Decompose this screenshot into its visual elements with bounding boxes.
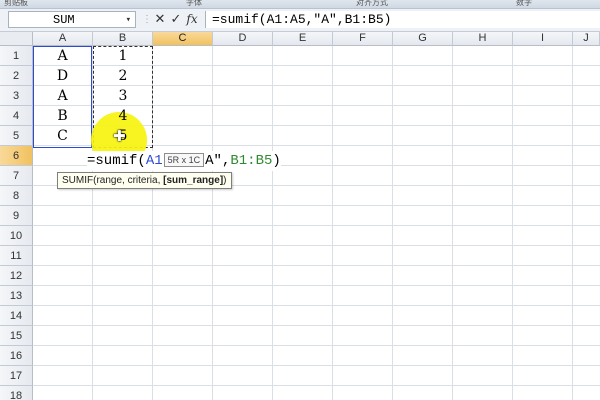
cell-b4[interactable]: 4 xyxy=(93,106,153,126)
name-box-value: SUM xyxy=(53,13,75,27)
gridline-horizontal xyxy=(33,385,600,386)
row-header-2[interactable]: 2 xyxy=(0,66,33,86)
insert-function-icon[interactable]: fx xyxy=(184,10,200,29)
cell-a3[interactable]: A xyxy=(33,86,92,106)
select-all-corner[interactable] xyxy=(0,32,33,46)
row-header-13[interactable]: 13 xyxy=(0,286,33,306)
column-header-b[interactable]: B xyxy=(93,32,153,46)
column-header-j[interactable]: J xyxy=(573,32,600,46)
ribbon-label-alignment: 对齐方式 xyxy=(356,0,388,7)
formula-input[interactable]: =sumif(A1:A5,"A",B1:B5) xyxy=(205,11,600,28)
row-header-12[interactable]: 12 xyxy=(0,266,33,286)
gridline-vertical xyxy=(212,46,213,400)
row-header-9[interactable]: 9 xyxy=(0,206,33,226)
formula-bar: SUM ▾ ⋮ ✕ ✓ fx =sumif(A1:A5,"A",B1:B5) xyxy=(0,9,600,32)
ribbon-label-number: 数字 xyxy=(516,0,532,7)
gridline-horizontal xyxy=(33,345,600,346)
gridline-vertical xyxy=(452,46,453,400)
row-header-15[interactable]: 15 xyxy=(0,326,33,346)
chevron-down-icon[interactable]: ▾ xyxy=(126,12,131,29)
cell-b2[interactable]: 2 xyxy=(93,66,153,86)
row-header-11[interactable]: 11 xyxy=(0,246,33,266)
formula-sum-range-reference: B1:B5 xyxy=(230,153,273,169)
gridline-vertical xyxy=(512,46,513,400)
gridline-horizontal xyxy=(33,245,600,246)
formula-criteria: A", xyxy=(205,153,231,169)
row-header-14[interactable]: 14 xyxy=(0,306,33,326)
gridline-vertical xyxy=(332,46,333,400)
cell-b3[interactable]: 3 xyxy=(93,86,153,106)
selection-size-tip: 5R x 1C xyxy=(163,153,205,168)
column-header-g[interactable]: G xyxy=(393,32,453,46)
gridline-horizontal xyxy=(33,365,600,366)
function-argument-tooltip: SUMIF(range, criteria, [sum_range]) xyxy=(57,172,232,189)
formula-range-reference: A1 xyxy=(145,153,163,169)
name-box[interactable]: SUM ▾ xyxy=(8,11,136,28)
cell-a1[interactable]: A xyxy=(33,46,92,66)
row-header-18[interactable]: 18 xyxy=(0,386,33,400)
gridline-horizontal xyxy=(33,285,600,286)
row-header-4[interactable]: 4 xyxy=(0,106,33,126)
row-header-1[interactable]: 1 xyxy=(0,46,33,66)
tooltip-signature: SUMIF(range, criteria, xyxy=(62,175,164,186)
column-header-c[interactable]: C xyxy=(153,32,213,46)
gridline-horizontal xyxy=(33,225,600,226)
editing-cell-c6[interactable]: =sumif(A1 5R x 1C A",B1:B5) xyxy=(87,151,281,171)
column-header-d[interactable]: D xyxy=(213,32,273,46)
column-header-e[interactable]: E xyxy=(273,32,333,46)
worksheet-grid[interactable]: A B C D E F G H I J 1 2 3 4 5 6 7 8 9 10 11 12 13 14 1… xyxy=(0,32,600,400)
check-icon[interactable]: ✓ xyxy=(168,10,184,29)
row-header-10[interactable]: 10 xyxy=(0,226,33,246)
row-header-5[interactable]: 5 xyxy=(0,126,33,146)
gridline-horizontal xyxy=(33,305,600,306)
gridline-horizontal xyxy=(33,265,600,266)
row-header-16[interactable]: 16 xyxy=(0,346,33,366)
ribbon-group-labels: 剪贴板 字体 对齐方式 数字 xyxy=(0,0,600,9)
cell-b1[interactable]: 1 xyxy=(93,46,153,66)
grip-icon[interactable]: ⋮ xyxy=(142,14,152,26)
ribbon-label-font: 字体 xyxy=(186,0,202,7)
ribbon-label-clipboard: 剪贴板 xyxy=(4,0,28,7)
gridline-vertical xyxy=(272,46,273,400)
column-header-h[interactable]: H xyxy=(453,32,513,46)
gridline-vertical xyxy=(392,46,393,400)
cell-cursor-icon: ✚ xyxy=(113,127,126,145)
cell-a4[interactable]: B xyxy=(33,106,92,126)
column-header-f[interactable]: F xyxy=(333,32,393,46)
gridline-horizontal xyxy=(33,205,600,206)
tooltip-current-arg: [sum_range] xyxy=(163,175,224,186)
row-header-8[interactable]: 8 xyxy=(0,186,33,206)
row-header-3[interactable]: 3 xyxy=(0,86,33,106)
cell-a2[interactable]: D xyxy=(33,66,92,86)
row-header-17[interactable]: 17 xyxy=(0,366,33,386)
row-header-7[interactable]: 7 xyxy=(0,166,33,186)
column-header-a[interactable]: A xyxy=(33,32,93,46)
formula-suffix: ) xyxy=(272,153,281,169)
cancel-icon[interactable]: ✕ xyxy=(152,10,168,29)
gridline-vertical xyxy=(572,46,573,400)
column-header-i[interactable]: I xyxy=(513,32,573,46)
cell-a5[interactable]: C xyxy=(33,126,92,146)
gridline-horizontal xyxy=(33,325,600,326)
row-header-6[interactable]: 6 xyxy=(0,146,33,166)
formula-prefix: =sumif( xyxy=(87,153,146,169)
tooltip-end: ) xyxy=(223,175,227,186)
